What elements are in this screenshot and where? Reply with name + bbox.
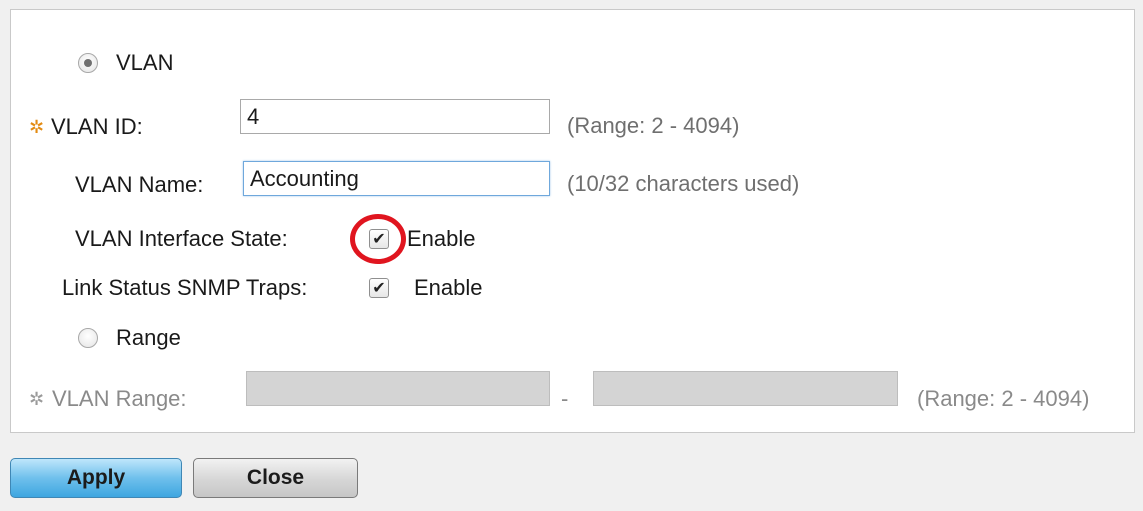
vlan-name-char-count: (10/32 characters used) bbox=[567, 171, 800, 196]
range-radio-label: Range bbox=[116, 325, 181, 350]
snmp-traps-checkbox[interactable]: ✔ bbox=[369, 278, 389, 298]
vlan-range-hint: (Range: 2 - 4094) bbox=[917, 386, 1090, 411]
interface-state-enable-label: Enable bbox=[407, 226, 476, 251]
interface-state-checkbox[interactable]: ✔ bbox=[369, 229, 389, 249]
vlan-range-separator: - bbox=[561, 386, 569, 411]
vlan-range-label: VLAN Range: bbox=[52, 386, 187, 411]
close-button[interactable]: Close bbox=[193, 458, 358, 498]
vlan-radio[interactable] bbox=[78, 53, 98, 73]
vlan-id-range-hint: (Range: 2 - 4094) bbox=[567, 113, 740, 138]
vlan-name-input[interactable] bbox=[243, 161, 550, 196]
required-star-icon: ✲ bbox=[29, 117, 45, 137]
snmp-traps-enable-label: Enable bbox=[414, 275, 483, 300]
snmp-traps-label: Link Status SNMP Traps: bbox=[62, 275, 308, 300]
interface-state-label: VLAN Interface State: bbox=[75, 226, 288, 251]
required-star-icon: ✲ bbox=[29, 389, 45, 409]
vlan-radio-label: VLAN bbox=[116, 50, 174, 75]
range-radio[interactable] bbox=[78, 328, 98, 348]
vlan-id-label: VLAN ID: bbox=[51, 114, 143, 139]
vlan-range-to-input[interactable] bbox=[593, 371, 898, 406]
vlan-name-label: VLAN Name: bbox=[75, 172, 204, 197]
vlan-range-from-input[interactable] bbox=[246, 371, 550, 406]
vlan-id-input[interactable] bbox=[240, 99, 550, 134]
vlan-settings-panel: VLAN ✲ VLAN ID: (Range: 2 - 4094) VLAN N… bbox=[10, 9, 1135, 433]
apply-button[interactable]: Apply bbox=[10, 458, 182, 498]
